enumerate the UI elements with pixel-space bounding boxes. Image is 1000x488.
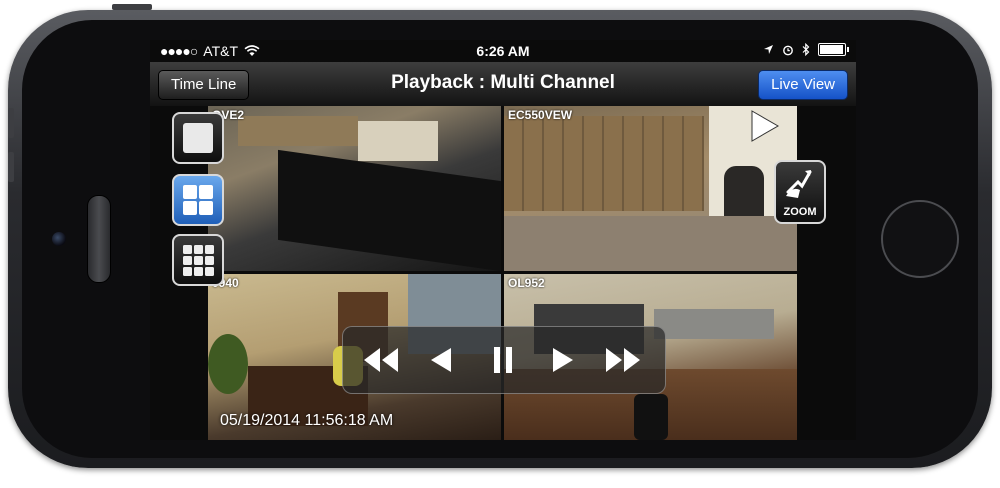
playback-timestamp: 05/19/2014 11:56:18 AM <box>220 412 394 429</box>
nine-grid-view-button[interactable] <box>172 234 224 286</box>
fast-rewind-icon[interactable] <box>359 339 403 381</box>
volume-button-2 <box>8 152 14 182</box>
quad-view-icon <box>183 185 213 215</box>
play-icon[interactable] <box>541 339 585 381</box>
ios-status-bar: ●●●●○ AT&T 6:26 AM <box>150 40 856 62</box>
step-back-icon[interactable] <box>419 339 463 381</box>
page-title: Playback : Multi Channel <box>391 72 615 93</box>
app-screen: OVE2 EC550VEW 0940 OL952 05/19/2014 11:5… <box>150 40 856 440</box>
location-arrow-icon <box>764 45 773 54</box>
zoom-gesture-icon <box>786 170 812 198</box>
projector-box <box>278 149 501 271</box>
window-light <box>358 121 438 161</box>
earpiece-speaker <box>87 195 111 283</box>
camera-play-icon[interactable] <box>746 108 782 144</box>
office-chair <box>634 394 668 440</box>
camera-label: EC550VEW <box>508 108 573 122</box>
floor <box>504 216 797 271</box>
bluetooth-icon <box>802 43 810 56</box>
single-view-icon <box>183 123 213 153</box>
quad-view-button[interactable] <box>172 174 224 226</box>
shelf-boxes <box>238 116 358 146</box>
camera-label: OL952 <box>508 276 545 290</box>
fast-forward-icon[interactable] <box>601 339 645 381</box>
plant <box>208 334 248 394</box>
stacked-boxes <box>504 116 704 211</box>
status-time: 6:26 AM <box>476 43 530 59</box>
volume-button-1 <box>8 108 14 138</box>
zoom-label: ZOOM <box>783 206 817 218</box>
front-camera <box>52 232 66 246</box>
single-view-button[interactable] <box>172 112 224 164</box>
home-button[interactable] <box>881 200 959 278</box>
playback-controls <box>342 326 666 394</box>
navigation-bar: Time Line Playback : Multi Channel Live … <box>150 62 856 106</box>
alarm-clock-icon <box>783 45 793 55</box>
pause-icon[interactable] <box>481 339 525 381</box>
workstations <box>654 309 774 339</box>
zoom-button[interactable]: ZOOM <box>774 160 826 224</box>
live-view-button[interactable]: Live View <box>758 70 848 100</box>
nine-grid-view-icon <box>183 245 214 276</box>
battery-icon <box>818 43 849 56</box>
camera-tile-1[interactable]: OVE2 <box>208 106 501 271</box>
power-button <box>112 4 152 10</box>
